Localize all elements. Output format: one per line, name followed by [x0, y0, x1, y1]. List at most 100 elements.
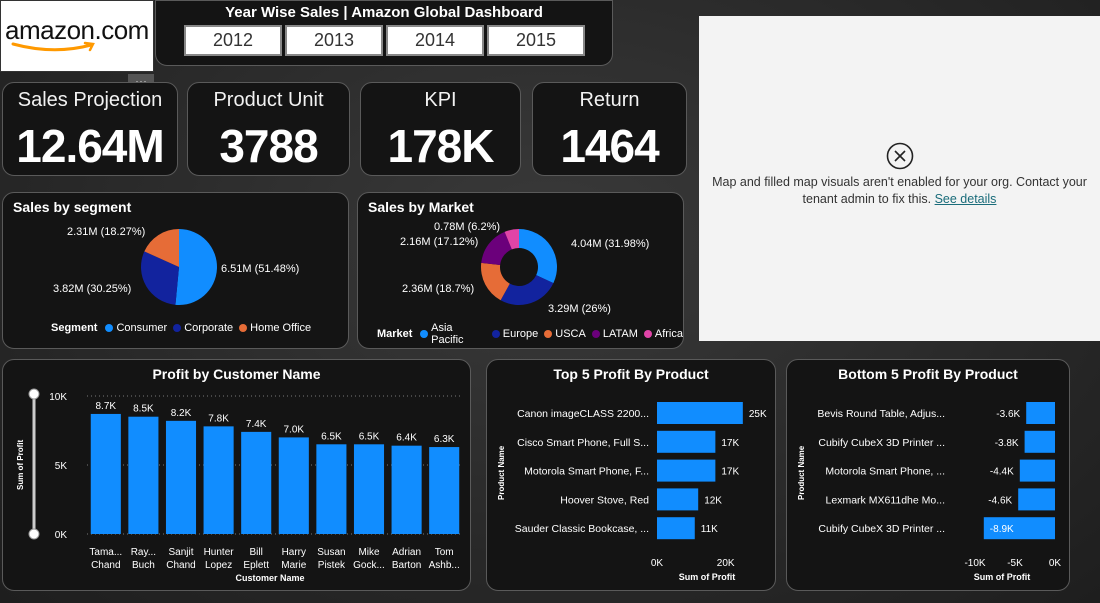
bar-product[interactable]: [657, 459, 716, 482]
top-5-profit-chart[interactable]: Product Name Canon imageCLASS 2200... 25K C…: [487, 360, 777, 592]
bottom-5-profit-panel: Bottom 5 Profit By Product Product Name B…: [786, 359, 1070, 591]
bar-customer[interactable]: [353, 444, 385, 534]
bar-data-label: 7.4K: [246, 419, 267, 430]
y-tick-label: Motorola Smart Phone, ...: [825, 466, 945, 478]
kpi-label: Sales Projection: [17, 89, 163, 111]
year-button-2015[interactable]: 2015: [487, 25, 585, 56]
legend-label: Africa: [654, 328, 683, 340]
legend-title: Market: [377, 328, 413, 340]
y-tick-label: Motorola Smart Phone, F...: [524, 466, 649, 478]
x-tick-label: Ashb...: [429, 560, 460, 571]
pie-slice-europe[interactable]: [500, 275, 554, 305]
bar-customer[interactable]: [316, 444, 347, 534]
x-tick-label: Ray...: [131, 547, 156, 558]
bar-customer[interactable]: [165, 420, 197, 534]
bar-product[interactable]: [657, 517, 695, 540]
range-slider-handle[interactable]: [28, 388, 40, 400]
legend-dot: [591, 330, 600, 338]
see-details-link[interactable]: See details: [935, 192, 997, 206]
bar-data-label: 8.5K: [133, 404, 154, 415]
y-tick-label: Bevis Round Table, Adjus...: [817, 408, 945, 420]
y-axis-label: Sum of Profit: [16, 439, 25, 490]
bar-data-label: 12K: [704, 495, 722, 506]
bar-product[interactable]: [657, 430, 716, 453]
bar-data-label: -3.8K: [995, 438, 1019, 449]
bar-customer[interactable]: [278, 437, 309, 534]
amazon-smile-icon: [11, 41, 95, 52]
legend-item-home-office[interactable]: Home Office: [239, 322, 311, 334]
x-tick-label: Pistek: [318, 560, 346, 571]
legend-dot: [105, 324, 114, 332]
pie-data-label: 2.31M (18.27%): [67, 226, 146, 238]
bar-customer[interactable]: [90, 413, 121, 534]
legend-item-asia-pacific[interactable]: Asia Pacific: [420, 322, 485, 346]
bar-customer[interactable]: [391, 445, 422, 534]
market-legend: Market Asia Pacific Europe USCA LATAM Af…: [377, 322, 683, 346]
bar-product[interactable]: [1018, 488, 1055, 511]
legend-label: Europe: [502, 328, 539, 340]
bar-data-label: 17K: [721, 438, 739, 449]
bar-data-label: 17K: [721, 467, 739, 478]
y-tick-label: 10K: [49, 392, 67, 403]
kpi-value: 12.64M: [16, 120, 164, 172]
pie-slice-consumer[interactable]: [175, 229, 218, 305]
donut-data-label: 2.16M (17.12%): [400, 236, 479, 248]
amazon-logo: amazon.com: [0, 0, 154, 72]
y-axis-label: Product Name: [497, 445, 506, 500]
bar-data-label: 8.7K: [96, 401, 117, 412]
bar-data-label: 6.4K: [396, 433, 417, 444]
bar-customer[interactable]: [203, 426, 234, 534]
profit-by-customer-chart[interactable]: Sum of Profit 0K 5K 10K 8.7K Tama... Chand 8.5K…: [3, 360, 472, 592]
map-visual-placeholder: Map and filled map visuals aren't enable…: [699, 16, 1100, 341]
bar-data-label: -4.4K: [990, 467, 1014, 478]
y-tick-label: Canon imageCLASS 2200...: [517, 408, 649, 420]
x-tick-label: -5K: [1007, 558, 1023, 569]
bar-customer[interactable]: [128, 416, 159, 534]
bar-data-label: -8.9K: [990, 524, 1014, 535]
y-tick-label: Sauder Classic Bookcase, ...: [515, 523, 649, 535]
dashboard-title: Year Wise Sales | Amazon Global Dashboar…: [225, 4, 543, 21]
kpi-card-return: Return 1464: [532, 82, 687, 176]
bar-product[interactable]: [1019, 459, 1055, 482]
year-button-2012[interactable]: 2012: [184, 25, 282, 56]
bar-customer[interactable]: [241, 431, 272, 534]
legend-item-corporate[interactable]: Corporate: [173, 322, 233, 334]
bar-product[interactable]: [1024, 430, 1055, 453]
legend-label: LATAM: [602, 328, 638, 340]
bar-data-label: 6.5K: [359, 431, 380, 442]
x-tick-label: Bill: [250, 547, 263, 558]
x-tick-label: Hunter: [204, 547, 235, 558]
x-tick-label: Susan: [317, 547, 345, 558]
bottom-5-profit-chart[interactable]: Product Name Bevis Round Table, Adjus... -…: [787, 360, 1071, 592]
y-tick-label: Cubify CubeX 3D Printer ...: [818, 523, 945, 535]
bar-product[interactable]: [657, 402, 743, 424]
bar-data-label: -3.6K: [996, 409, 1020, 420]
year-filter-panel: Year Wise Sales | Amazon Global Dashboar…: [155, 0, 613, 66]
year-button-2014[interactable]: 2014: [386, 25, 484, 56]
y-tick-label: 0K: [55, 530, 68, 541]
x-tick-label: Chand: [166, 560, 195, 571]
y-axis-label: Product Name: [797, 445, 806, 500]
bar-product[interactable]: [1026, 402, 1055, 424]
bar-product[interactable]: [657, 488, 699, 511]
donut-data-label: 2.36M (18.7%): [402, 283, 475, 295]
year-button-2013[interactable]: 2013: [285, 25, 383, 56]
legend-item-europe[interactable]: Europe: [491, 328, 539, 340]
legend-dot: [420, 330, 429, 338]
legend-item-usca[interactable]: USCA: [544, 328, 586, 340]
bar-customer[interactable]: [429, 447, 460, 534]
pie-slice-asia-pacific[interactable]: [519, 229, 557, 284]
range-slider-handle[interactable]: [28, 528, 40, 540]
legend-item-latam[interactable]: LATAM: [591, 328, 638, 340]
kpi-card-sales-projection: Sales Projection 12.64M: [2, 82, 178, 176]
x-tick-label: Gock...: [353, 560, 385, 571]
y-tick-label: Hoover Stove, Red: [560, 494, 649, 506]
legend-item-africa[interactable]: Africa: [643, 328, 683, 340]
donut-data-label: 0.78M (6.2%): [434, 221, 501, 233]
legend-dot: [173, 324, 182, 332]
pie-data-label: 3.82M (30.25%): [53, 283, 132, 295]
legend-label: Consumer: [116, 322, 168, 334]
legend-item-consumer[interactable]: Consumer: [105, 322, 167, 334]
pie-data-label: 6.51M (51.48%): [221, 263, 300, 275]
x-tick-label: 20K: [717, 558, 735, 569]
